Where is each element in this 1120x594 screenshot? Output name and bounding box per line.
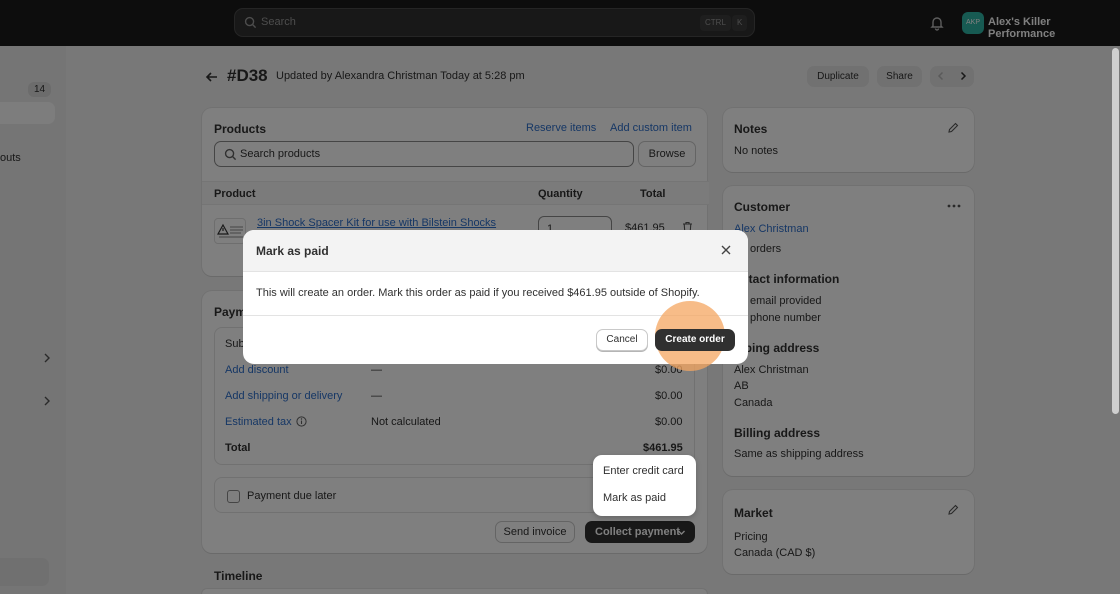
mark-as-paid-modal: Mark as paid This will create an order. … bbox=[243, 230, 748, 371]
modal-header: Mark as paid bbox=[243, 230, 748, 272]
menu-item-enter-credit-card[interactable]: Enter credit card bbox=[603, 465, 684, 477]
close-icon[interactable] bbox=[720, 244, 732, 256]
cancel-button[interactable]: Cancel bbox=[596, 329, 648, 351]
menu-item-mark-as-paid[interactable]: Mark as paid bbox=[603, 492, 666, 504]
collect-payment-menu: Enter credit card Mark as paid bbox=[593, 455, 696, 516]
page-scrollbar[interactable] bbox=[1112, 48, 1119, 414]
modal-body-text: This will create an order. Mark this ord… bbox=[256, 287, 700, 299]
modal-title: Mark as paid bbox=[256, 244, 329, 258]
create-order-button[interactable]: Create order bbox=[655, 329, 735, 351]
